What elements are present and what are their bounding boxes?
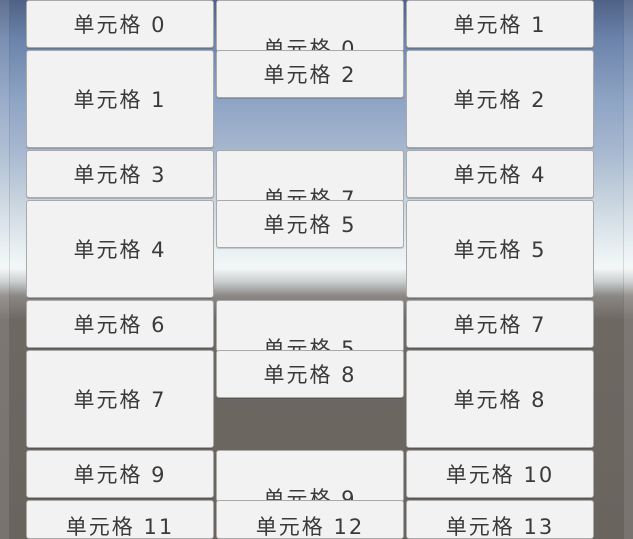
cell-button-hidden-5[interactable]: 单元格 5 (216, 300, 404, 352)
cell-label: 单元格 11 (65, 515, 175, 539)
cell-label: 单元格 3 (73, 163, 167, 187)
right-edge-strip (623, 0, 633, 539)
cell-label: 单元格 12 (255, 515, 365, 539)
cell-button-7[interactable]: 单元格 7 (26, 350, 214, 448)
cell-label: 单元格 9 (73, 463, 167, 487)
cell-label: 单元格 10 (445, 463, 555, 487)
cell-label: 单元格 5 (453, 238, 547, 262)
cell-button-5[interactable]: 单元格 5 (216, 200, 404, 248)
cell-label: 单元格 13 (445, 515, 555, 539)
cell-button-13[interactable]: 单元格 13 (406, 500, 594, 539)
cell-button-2[interactable]: 单元格 2 (216, 50, 404, 98)
cell-label: 单元格 2 (263, 63, 357, 87)
cell-button-hidden-9[interactable]: 单元格 9 (216, 450, 404, 502)
cell-label: 单元格 7 (453, 313, 547, 337)
cell-button-9[interactable]: 单元格 9 (26, 450, 214, 498)
left-edge-strip (0, 0, 10, 539)
cell-label: 单元格 4 (73, 238, 167, 262)
cell-button-1[interactable]: 单元格 1 (26, 50, 214, 148)
cell-button-3[interactable]: 单元格 3 (26, 150, 214, 198)
cell-label: 单元格 7 (73, 388, 167, 412)
cell-button-8-right[interactable]: 单元格 8 (406, 350, 594, 448)
cell-label: 单元格 4 (453, 163, 547, 187)
cell-button-hidden-0[interactable]: 单元格 0 (216, 0, 404, 52)
cell-label: 单元格 6 (73, 313, 167, 337)
cell-button-12[interactable]: 单元格 12 (216, 500, 404, 539)
cell-label: 单元格 0 (73, 13, 167, 37)
cell-button-11[interactable]: 单元格 11 (26, 500, 214, 539)
cell-button-4[interactable]: 单元格 4 (26, 200, 214, 298)
cell-label: 单元格 5 (263, 213, 357, 237)
cell-label: 单元格 8 (453, 388, 547, 412)
cell-label: 单元格 2 (453, 88, 547, 112)
cell-button-8[interactable]: 单元格 8 (216, 350, 404, 398)
cell-button-6[interactable]: 单元格 6 (26, 300, 214, 348)
cell-label: 单元格 1 (453, 13, 547, 37)
cell-label: 单元格 8 (263, 363, 357, 387)
cell-button-7-right[interactable]: 单元格 7 (406, 300, 594, 348)
cell-button-hidden-7[interactable]: 单元格 7 (216, 150, 404, 202)
cell-label: 单元格 1 (73, 88, 167, 112)
cell-button-5-right[interactable]: 单元格 5 (406, 200, 594, 298)
cell-button-10[interactable]: 单元格 10 (406, 450, 594, 498)
cell-button-4-right[interactable]: 单元格 4 (406, 150, 594, 198)
cell-button-1-right[interactable]: 单元格 1 (406, 0, 594, 48)
cell-button-0[interactable]: 单元格 0 (26, 0, 214, 48)
cell-button-2-right[interactable]: 单元格 2 (406, 50, 594, 148)
